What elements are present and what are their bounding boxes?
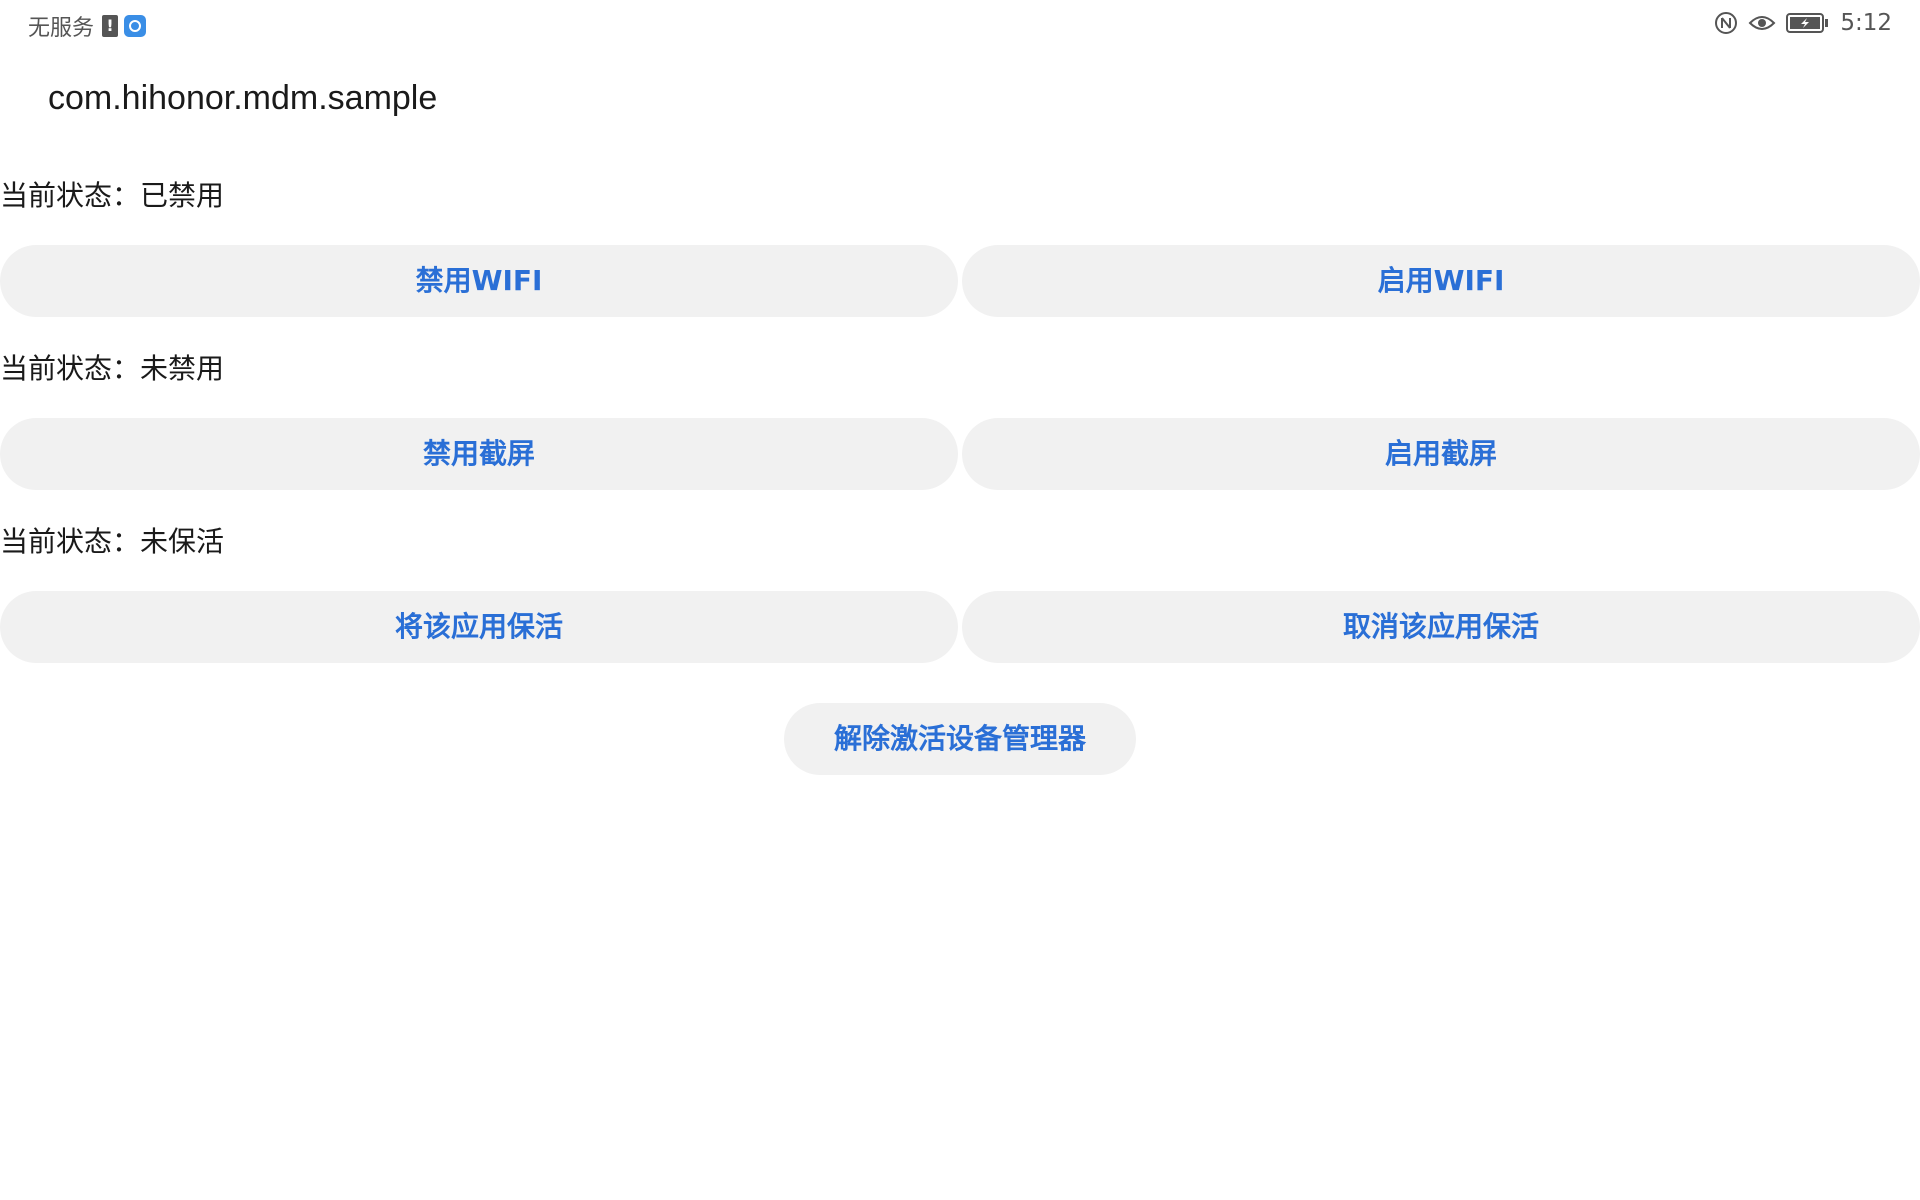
nfc-icon (1714, 11, 1738, 35)
keep-app-alive-button[interactable]: 将该应用保活 (0, 591, 958, 663)
enable-screenshot-button[interactable]: 启用截屏 (962, 418, 1920, 490)
screenshot-status-text: 当前状态：未禁用 (0, 352, 225, 385)
wifi-status-text: 当前状态：已禁用 (0, 179, 225, 212)
app-notification-icon (124, 15, 147, 37)
deactivate-device-admin-button[interactable]: 解除激活设备管理器 (784, 703, 1136, 775)
disable-wifi-button[interactable]: 禁用WIFI (0, 245, 958, 317)
carrier-label: 无服务 (28, 16, 95, 41)
app-title: com.hihonor.mdm.sample (48, 79, 438, 117)
clock: 5:12 (1840, 10, 1892, 36)
screenshot-button-row: 禁用截屏 启用截屏 (0, 418, 1920, 490)
eye-comfort-icon (1748, 13, 1776, 33)
cancel-keep-alive-button[interactable]: 取消该应用保活 (962, 591, 1920, 663)
status-bar: 无服务 ! 5:12 (0, 0, 1920, 50)
status-bar-left: 无服务 ! (28, 10, 147, 42)
enable-wifi-button[interactable]: 启用WIFI (962, 245, 1920, 317)
sim-alert-icon: ! (102, 15, 119, 37)
battery-charging-icon (1786, 12, 1830, 34)
status-bar-right: 5:12 (1714, 10, 1892, 36)
disable-screenshot-button[interactable]: 禁用截屏 (0, 418, 958, 490)
wifi-button-row: 禁用WIFI 启用WIFI (0, 245, 1920, 317)
keepalive-status-text: 当前状态：未保活 (0, 525, 225, 558)
keepalive-button-row: 将该应用保活 取消该应用保活 (0, 591, 1920, 663)
